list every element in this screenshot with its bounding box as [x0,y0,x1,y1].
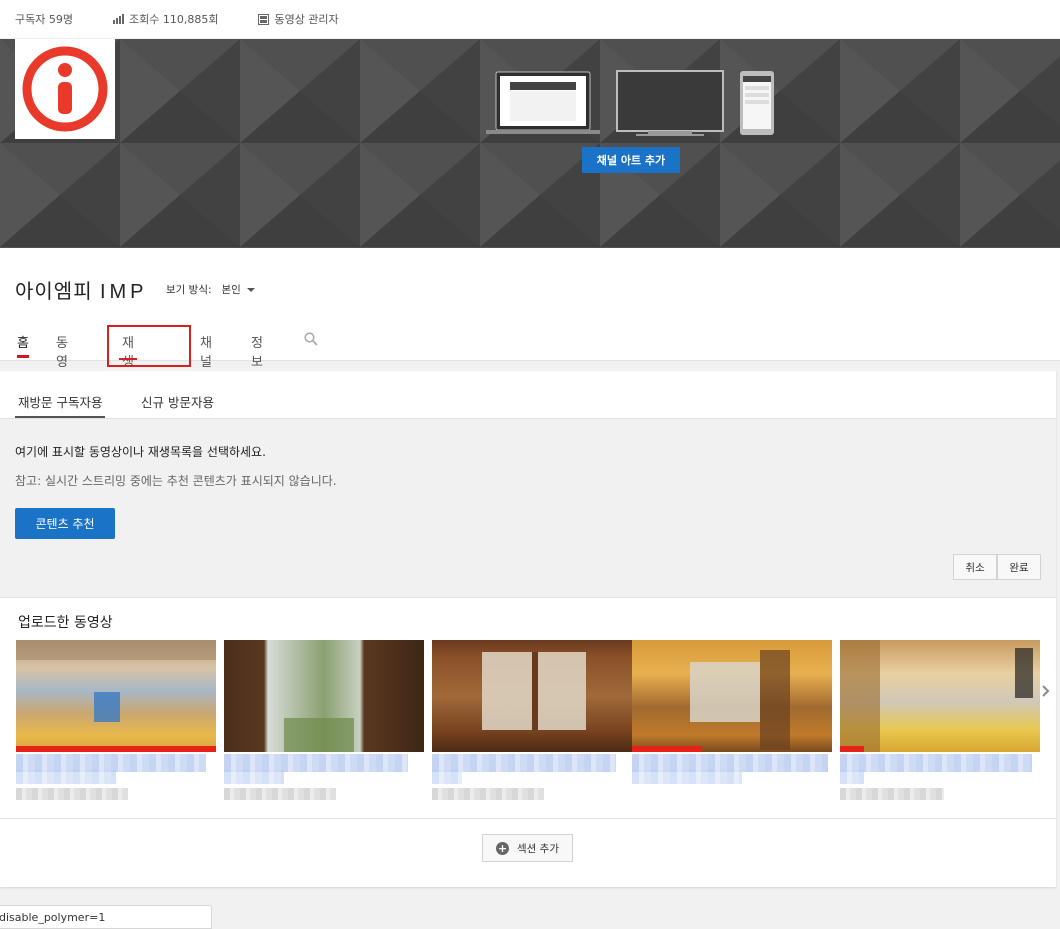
video-manager-label: 동영상 관리자 [274,13,339,26]
view-as-dropdown[interactable]: 본인 [222,282,255,297]
video-thumbnail[interactable] [16,640,216,752]
view-as-label: 보기 방식: [166,284,212,296]
featured-content-editor: 여기에 표시할 동영상이나 재생목록을 선택하세요. 참고: 실시간 스트리밍 … [0,419,1056,598]
tab-active-indicator [17,355,29,358]
video-title-line2 [224,770,284,784]
browser-status-url: disable_polymer=1 [0,905,212,929]
video-card[interactable] [224,640,424,800]
tab-home[interactable]: 홈 [17,332,29,360]
bar-chart-icon [112,14,124,24]
device-preview-icon [486,70,774,136]
view-as-value: 본인 [221,284,241,296]
view-count-label: 조회수 110,885회 [128,13,219,26]
add-section-label: 섹션 추가 [517,842,559,855]
tab-new-visitors[interactable]: 신규 방문자용 [141,392,214,418]
subscriber-count-label: 구독자 59명 [15,13,73,26]
channel-title-hangul: 아이엠피 [15,279,100,303]
tab-home-label: 홈 [17,336,29,351]
add-section-button[interactable]: + 섹션 추가 [482,834,573,862]
tab-channels-label: 채널 [200,336,212,370]
tab-about-label: 정보 [251,336,263,370]
video-manager-icon [258,13,270,25]
tab-about[interactable]: 정보 [251,332,263,370]
chevron-right-icon[interactable] [1041,684,1051,698]
status-url-text: disable_polymer=1 [0,911,106,924]
channel-title-latin: IMP [99,281,148,303]
channel-banner: 채널 아트 추가 [0,39,1060,248]
video-meta [224,788,336,800]
video-manager-link[interactable]: 동영상 관리자 [258,11,339,27]
search-icon[interactable] [304,332,318,346]
video-card[interactable] [840,640,1040,800]
view-count: 조회수 110,885회 [112,11,219,27]
subtab-active-indicator [15,416,106,418]
add-section-row: + 섹션 추가 [0,818,1056,888]
tab-returning-subscribers[interactable]: 재방문 구독자용 [15,392,106,418]
editor-note: 참고: 실시간 스트리밍 중에는 추천 콘텐츠가 표시되지 않습니다. [15,474,337,488]
tab-channels[interactable]: 채널 [200,332,212,370]
annotation-highlight-box [107,325,191,367]
recommend-content-button[interactable]: 콘텐츠 추천 [15,508,115,539]
done-button[interactable]: 완료 [997,554,1041,580]
video-thumbnail[interactable] [840,640,1040,752]
video-title-line2 [16,770,116,784]
video-title-line2 [432,770,462,784]
video-card[interactable] [632,640,832,784]
channel-stats-bar: 구독자 59명 조회수 110,885회 동영상 관리자 [0,0,1060,38]
editor-instruction: 여기에 표시할 동영상이나 재생목록을 선택하세요. [15,445,266,459]
chevron-down-icon [246,287,255,292]
video-thumbnail[interactable] [632,640,832,752]
channel-avatar[interactable] [15,39,115,139]
video-thumbnail[interactable] [432,640,632,752]
view-as-selector: 보기 방식: 본인 [166,282,255,297]
tab-new-visitors-label: 신규 방문자용 [141,395,214,410]
audience-tabs: 재방문 구독자용 신규 방문자용 [0,371,1056,419]
plus-circle-icon: + [496,841,509,855]
video-title-line2 [840,770,864,784]
video-thumbnail[interactable] [224,640,424,752]
video-title[interactable] [840,754,1032,772]
video-card[interactable] [432,640,632,800]
video-meta [432,788,544,800]
video-meta [840,788,944,800]
video-card[interactable] [16,640,216,800]
video-meta [16,788,128,800]
tab-videos[interactable]: 동영상 [56,332,68,389]
add-channel-art-button[interactable]: 채널 아트 추가 [582,147,680,173]
channel-content-card: 재방문 구독자용 신규 방문자용 여기에 표시할 동영상이나 재생목록을 선택하… [0,371,1056,887]
cancel-button[interactable]: 취소 [953,554,997,580]
info-logo-icon [22,46,108,132]
subscriber-count: 구독자 59명 [15,11,73,27]
tab-returning-subscribers-label: 재방문 구독자용 [18,395,103,410]
section-title: 업로드한 동영상 [18,615,113,631]
video-title-line2 [632,770,742,784]
channel-title: 아이엠피 IMP [15,275,148,304]
